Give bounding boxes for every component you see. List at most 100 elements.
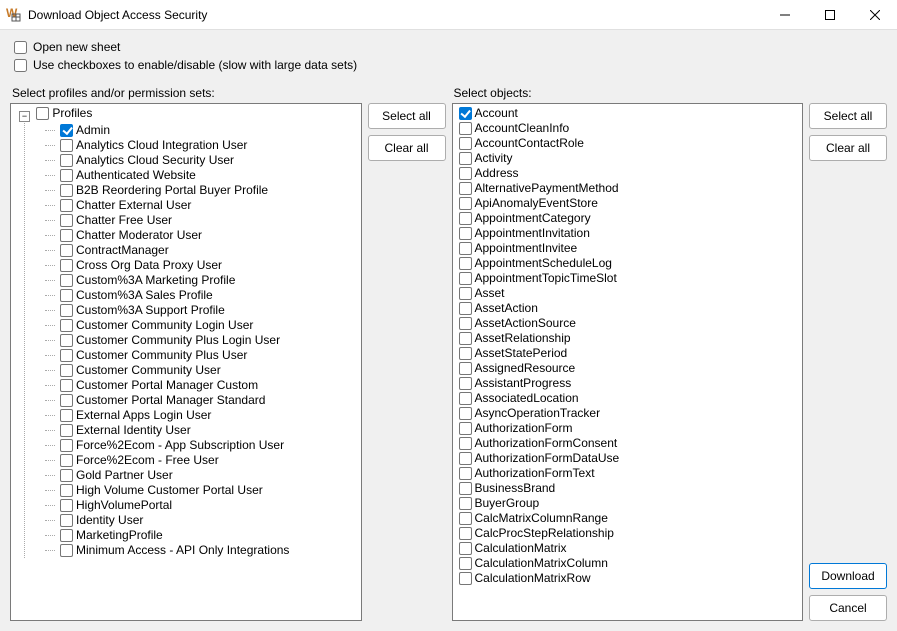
object-checkbox[interactable]	[459, 572, 472, 585]
profile-checkbox[interactable]	[60, 454, 73, 467]
profile-checkbox[interactable]	[60, 169, 73, 182]
object-checkbox[interactable]	[459, 497, 472, 510]
minimize-button[interactable]	[762, 0, 807, 30]
object-item[interactable]: Account	[455, 106, 801, 121]
object-item[interactable]: AuthorizationFormConsent	[455, 436, 801, 451]
objects-clear-all-button[interactable]: Clear all	[809, 135, 887, 161]
profile-item[interactable]: B2B Reordering Portal Buyer Profile	[45, 183, 359, 198]
object-checkbox[interactable]	[459, 482, 472, 495]
profile-checkbox[interactable]	[60, 229, 73, 242]
object-checkbox[interactable]	[459, 107, 472, 120]
profile-item[interactable]: Force%2Ecom - App Subscription User	[45, 438, 359, 453]
object-checkbox[interactable]	[459, 242, 472, 255]
profiles-listbox[interactable]: − Profiles AdminAnalytics Cloud Integrat…	[10, 103, 362, 621]
profile-item[interactable]: ContractManager	[45, 243, 359, 258]
profile-item[interactable]: Custom%3A Marketing Profile	[45, 273, 359, 288]
object-item[interactable]: AssistantProgress	[455, 376, 801, 391]
object-checkbox[interactable]	[459, 182, 472, 195]
profile-checkbox[interactable]	[60, 379, 73, 392]
object-item[interactable]: AppointmentInvitee	[455, 241, 801, 256]
profile-item[interactable]: External Apps Login User	[45, 408, 359, 423]
profile-item[interactable]: Identity User	[45, 513, 359, 528]
tree-collapse-icon[interactable]: −	[19, 111, 30, 122]
object-item[interactable]: CalcProcStepRelationship	[455, 526, 801, 541]
object-checkbox[interactable]	[459, 287, 472, 300]
profile-checkbox[interactable]	[60, 394, 73, 407]
object-item[interactable]: BuyerGroup	[455, 496, 801, 511]
open-new-sheet-checkbox[interactable]	[14, 41, 27, 54]
profile-item[interactable]: Admin	[45, 123, 359, 138]
profile-item[interactable]: Customer Portal Manager Custom	[45, 378, 359, 393]
object-checkbox[interactable]	[459, 122, 472, 135]
object-item[interactable]: AlternativePaymentMethod	[455, 181, 801, 196]
object-checkbox[interactable]	[459, 542, 472, 555]
object-checkbox[interactable]	[459, 197, 472, 210]
open-new-sheet-option[interactable]: Open new sheet	[14, 40, 883, 54]
object-checkbox[interactable]	[459, 137, 472, 150]
object-checkbox[interactable]	[459, 347, 472, 360]
profile-checkbox[interactable]	[60, 274, 73, 287]
object-checkbox[interactable]	[459, 167, 472, 180]
profile-item[interactable]: Customer Community User	[45, 363, 359, 378]
profile-item[interactable]: Analytics Cloud Integration User	[45, 138, 359, 153]
object-checkbox[interactable]	[459, 257, 472, 270]
object-item[interactable]: AssetStatePeriod	[455, 346, 801, 361]
profile-checkbox[interactable]	[60, 214, 73, 227]
object-item[interactable]: CalculationMatrixRow	[455, 571, 801, 586]
profile-item[interactable]: Chatter Free User	[45, 213, 359, 228]
profile-item[interactable]: HighVolumePortal	[45, 498, 359, 513]
profile-checkbox[interactable]	[60, 139, 73, 152]
profile-checkbox[interactable]	[60, 304, 73, 317]
profile-checkbox[interactable]	[60, 529, 73, 542]
profile-item[interactable]: Customer Community Login User	[45, 318, 359, 333]
object-item[interactable]: CalculationMatrixColumn	[455, 556, 801, 571]
objects-select-all-button[interactable]: Select all	[809, 103, 887, 129]
object-item[interactable]: AccountContactRole	[455, 136, 801, 151]
cancel-button[interactable]: Cancel	[809, 595, 887, 621]
object-item[interactable]: AssetActionSource	[455, 316, 801, 331]
objects-listbox[interactable]: AccountAccountCleanInfoAccountContactRol…	[452, 103, 804, 621]
profile-checkbox[interactable]	[60, 469, 73, 482]
object-checkbox[interactable]	[459, 527, 472, 540]
use-checkboxes-checkbox[interactable]	[14, 59, 27, 72]
profile-item[interactable]: Authenticated Website	[45, 168, 359, 183]
object-item[interactable]: AppointmentCategory	[455, 211, 801, 226]
profiles-root-node[interactable]: Profiles	[36, 106, 92, 120]
object-checkbox[interactable]	[459, 452, 472, 465]
profiles-root-checkbox[interactable]	[36, 107, 49, 120]
object-item[interactable]: ApiAnomalyEventStore	[455, 196, 801, 211]
profile-item[interactable]: External Identity User	[45, 423, 359, 438]
use-checkboxes-option[interactable]: Use checkboxes to enable/disable (slow w…	[14, 58, 883, 72]
profile-checkbox[interactable]	[60, 364, 73, 377]
object-item[interactable]: AuthorizationFormDataUse	[455, 451, 801, 466]
object-item[interactable]: CalcMatrixColumnRange	[455, 511, 801, 526]
object-item[interactable]: AppointmentInvitation	[455, 226, 801, 241]
object-checkbox[interactable]	[459, 272, 472, 285]
object-checkbox[interactable]	[459, 332, 472, 345]
object-checkbox[interactable]	[459, 212, 472, 225]
profile-checkbox[interactable]	[60, 349, 73, 362]
object-item[interactable]: AccountCleanInfo	[455, 121, 801, 136]
object-item[interactable]: BusinessBrand	[455, 481, 801, 496]
object-checkbox[interactable]	[459, 302, 472, 315]
profile-checkbox[interactable]	[60, 334, 73, 347]
object-checkbox[interactable]	[459, 512, 472, 525]
close-button[interactable]	[852, 0, 897, 30]
object-checkbox[interactable]	[459, 392, 472, 405]
object-item[interactable]: Activity	[455, 151, 801, 166]
profile-checkbox[interactable]	[60, 289, 73, 302]
profile-checkbox[interactable]	[60, 439, 73, 452]
object-item[interactable]: CalculationMatrix	[455, 541, 801, 556]
object-checkbox[interactable]	[459, 467, 472, 480]
object-item[interactable]: AppointmentTopicTimeSlot	[455, 271, 801, 286]
object-item[interactable]: AssetAction	[455, 301, 801, 316]
download-button[interactable]: Download	[809, 563, 887, 589]
object-checkbox[interactable]	[459, 317, 472, 330]
profile-checkbox[interactable]	[60, 244, 73, 257]
profile-checkbox[interactable]	[60, 154, 73, 167]
object-checkbox[interactable]	[459, 152, 472, 165]
profile-item[interactable]: Chatter Moderator User	[45, 228, 359, 243]
object-checkbox[interactable]	[459, 377, 472, 390]
maximize-button[interactable]	[807, 0, 852, 30]
object-item[interactable]: AssociatedLocation	[455, 391, 801, 406]
